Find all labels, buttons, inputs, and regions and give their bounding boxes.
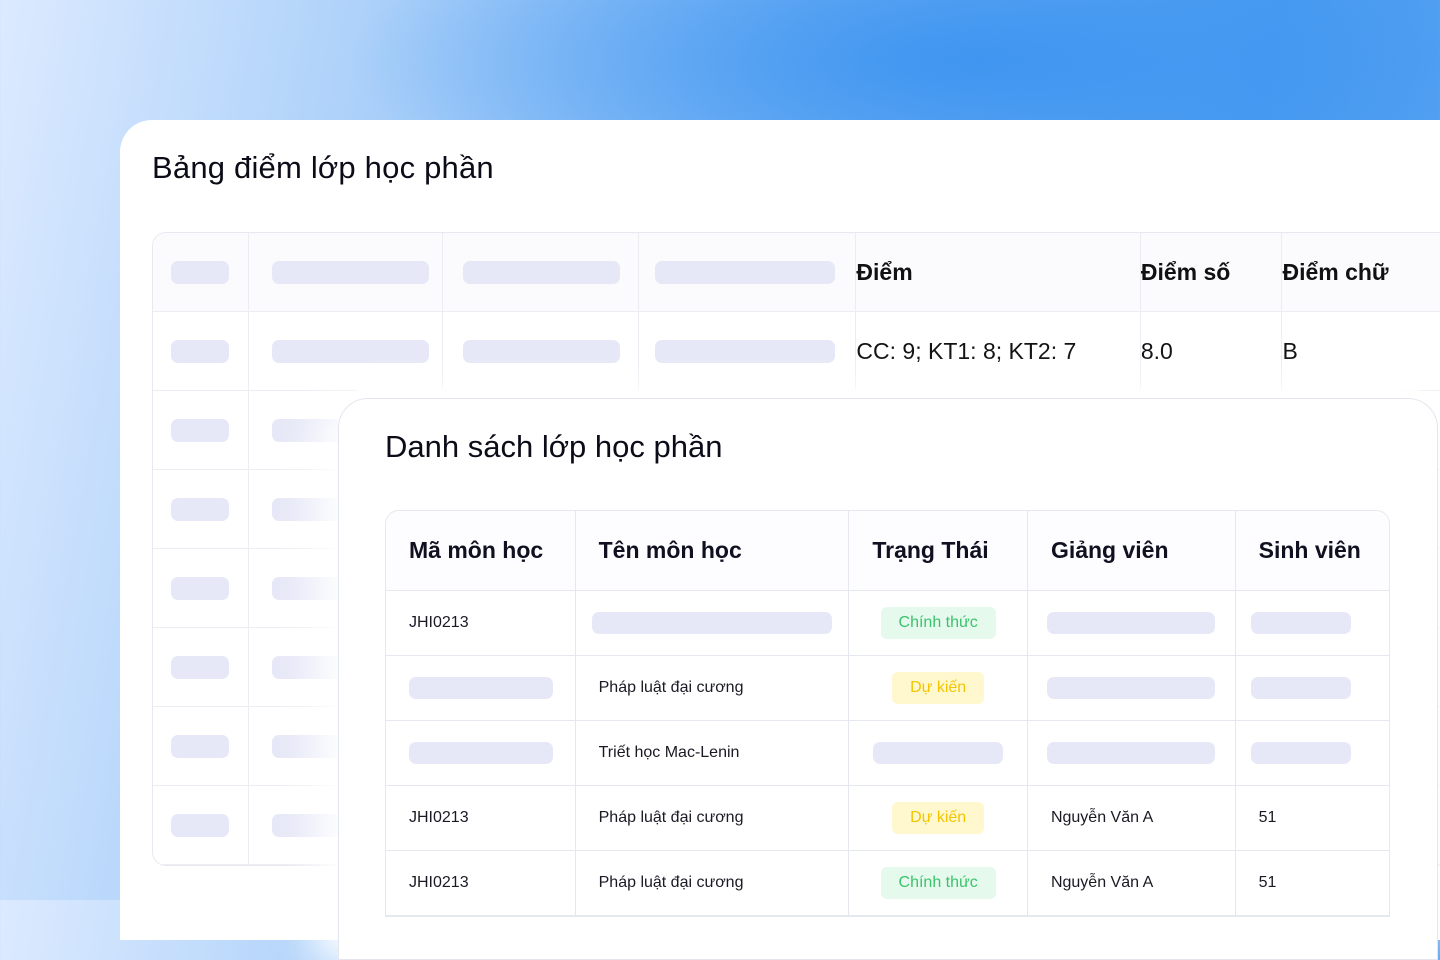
- grades-cell: [442, 233, 639, 312]
- placeholder-bar: [271, 260, 429, 284]
- placeholder-bar: [171, 260, 229, 284]
- cell-lecturer: [1027, 721, 1236, 786]
- grades-cell: [153, 233, 249, 312]
- grades-cell: [153, 391, 249, 470]
- grades-cell: [442, 312, 639, 391]
- header-diem-chu: Điểm chữ: [1282, 233, 1440, 312]
- header-trang-thai[interactable]: Trạng Thái: [849, 511, 1028, 591]
- grades-cell: [248, 312, 443, 391]
- placeholder-bar: [171, 813, 229, 837]
- placeholder-bar: [409, 677, 553, 699]
- cell-lecturer: Nguyễn Văn A: [1027, 851, 1236, 916]
- status-badge: Chính thức: [880, 607, 996, 639]
- placeholder-bar: [654, 260, 835, 284]
- placeholder-bar: [171, 418, 229, 442]
- placeholder-bar: [591, 612, 832, 634]
- cell-lecturer: [1027, 656, 1236, 721]
- class-list-table: Mã môn học Tên môn học Trạng Thái Giảng …: [385, 510, 1390, 917]
- placeholder-bar: [171, 734, 229, 758]
- cell-name: Pháp luật đại cương: [575, 786, 850, 851]
- placeholder-bar: [171, 497, 229, 521]
- class-header-row: Mã môn học Tên môn học Trạng Thái Giảng …: [386, 511, 1389, 591]
- grades-cell: [153, 628, 249, 707]
- grades-row: CC: 9; KT1: 8; KT2: 7 8.0 B: [153, 312, 1440, 391]
- header-diem-so: Điểm số: [1140, 233, 1283, 312]
- placeholder-bar: [171, 576, 229, 600]
- placeholder-bar: [462, 339, 620, 363]
- placeholder-bar: [409, 742, 553, 764]
- cell-status: Dự kiến: [849, 786, 1028, 851]
- table-row[interactable]: Pháp luật đại cương Dự kiến: [386, 656, 1389, 721]
- cell-code: [386, 721, 576, 786]
- cell-name: Pháp luật đại cương: [575, 851, 850, 916]
- class-list-card: Danh sách lớp học phần Mã môn học Tên mô…: [338, 398, 1438, 960]
- header-diem: Điểm: [856, 233, 1141, 312]
- cell-name: Triết học Mac-Lenin: [575, 721, 850, 786]
- grades-cell: [638, 233, 857, 312]
- placeholder-bar: [1046, 677, 1215, 699]
- cell-diem-so: 8.0: [1140, 312, 1283, 391]
- placeholder-bar: [1250, 742, 1351, 764]
- grades-cell: [153, 786, 249, 865]
- cell-code: [386, 656, 576, 721]
- cell-status: Dự kiến: [849, 656, 1028, 721]
- table-row[interactable]: JHI0213 Pháp luật đại cương Dự kiến Nguy…: [386, 786, 1389, 851]
- cell-students: 51: [1235, 786, 1389, 851]
- placeholder-bar: [171, 655, 229, 679]
- status-badge: Dự kiến: [892, 672, 985, 704]
- placeholder-bar: [462, 260, 620, 284]
- grades-cell: [153, 470, 249, 549]
- status-badge: Chính thức: [880, 867, 996, 899]
- status-badge: Dự kiến: [892, 802, 985, 834]
- cell-students: [1235, 656, 1389, 721]
- grades-header-row: Điểm Điểm số Điểm chữ: [153, 233, 1440, 312]
- grades-cell: [153, 707, 249, 786]
- cell-students: [1235, 591, 1389, 656]
- cell-lecturer: [1027, 591, 1236, 656]
- cell-code: JHI0213: [386, 591, 576, 656]
- cell-diem-chu: B: [1282, 312, 1440, 391]
- cell-name: [575, 591, 850, 656]
- cell-students: 51: [1235, 851, 1389, 916]
- cell-code: JHI0213: [386, 851, 576, 916]
- header-ma-mon-hoc[interactable]: Mã môn học: [386, 511, 576, 591]
- table-row[interactable]: Triết học Mac-Lenin: [386, 721, 1389, 786]
- grades-cell: [153, 549, 249, 628]
- grades-cell: [248, 233, 443, 312]
- grades-title: Bảng điểm lớp học phần: [152, 150, 494, 185]
- header-giang-vien[interactable]: Giảng viên: [1027, 511, 1236, 591]
- placeholder-bar: [1250, 612, 1351, 634]
- grades-cell: [638, 312, 857, 391]
- placeholder-bar: [1046, 612, 1215, 634]
- placeholder-bar: [1046, 742, 1215, 764]
- cell-name: Pháp luật đại cương: [575, 656, 850, 721]
- table-row[interactable]: JHI0213 Chính thức: [386, 591, 1389, 656]
- cell-diem: CC: 9; KT1: 8; KT2: 7: [856, 312, 1141, 391]
- cell-code: JHI0213: [386, 786, 576, 851]
- cell-students: [1235, 721, 1389, 786]
- table-row[interactable]: JHI0213 Pháp luật đại cương Chính thức N…: [386, 851, 1389, 916]
- placeholder-bar: [1250, 677, 1351, 699]
- header-sinh-vien[interactable]: Sinh viên: [1235, 511, 1389, 591]
- cell-status: Chính thức: [849, 591, 1028, 656]
- placeholder-bar: [873, 742, 1004, 764]
- placeholder-bar: [171, 339, 229, 363]
- cell-lecturer: Nguyễn Văn A: [1027, 786, 1236, 851]
- header-ten-mon-hoc[interactable]: Tên môn học: [575, 511, 850, 591]
- placeholder-bar: [654, 339, 835, 363]
- cell-status: [849, 721, 1028, 786]
- cell-status: Chính thức: [849, 851, 1028, 916]
- placeholder-bar: [271, 339, 429, 363]
- class-list-title: Danh sách lớp học phần: [385, 429, 723, 464]
- grades-cell: [153, 312, 249, 391]
